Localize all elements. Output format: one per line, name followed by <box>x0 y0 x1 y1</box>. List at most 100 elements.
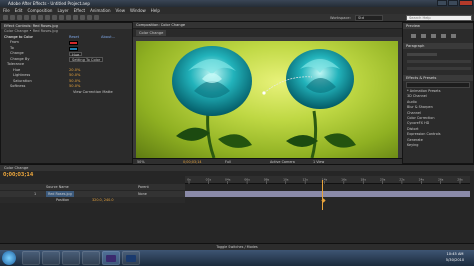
spacing-fields[interactable] <box>407 67 471 70</box>
play-icon[interactable] <box>431 34 436 38</box>
ruler-tick-label: 0s <box>187 178 191 182</box>
mask-tool-icon[interactable] <box>45 15 50 20</box>
from-label: From <box>10 40 19 44</box>
menu-edit[interactable]: Edit <box>15 7 23 14</box>
ruler-tick-label: 26s <box>438 178 444 182</box>
menu-help[interactable]: Help <box>151 7 160 14</box>
ruler-tick-label: 04s <box>225 178 231 182</box>
maximize-button[interactable] <box>448 0 458 6</box>
workspace-select[interactable]: Std <box>355 15 383 21</box>
change-dropdown[interactable]: Hue <box>69 51 83 56</box>
current-time-indicator[interactable] <box>321 180 323 210</box>
menu-window[interactable]: Window <box>130 7 146 14</box>
clock-date: 5/30/2010 <box>445 257 465 262</box>
first-frame-icon[interactable] <box>411 34 416 38</box>
chrome-icon[interactable] <box>82 251 100 265</box>
hue-label: Hue <box>13 67 21 72</box>
col-source-name[interactable]: Source Name <box>46 184 69 190</box>
menu-bar: File Edit Composition Layer Effect Anima… <box>0 7 474 14</box>
rotate-tool-icon[interactable] <box>24 15 29 20</box>
explorer-icon[interactable] <box>42 251 60 265</box>
ruler-tick-label: 20s <box>380 178 386 182</box>
ruler-tick-label: 16s <box>341 178 347 182</box>
softness-label: Softness <box>10 84 26 88</box>
next-frame-icon[interactable] <box>441 34 446 38</box>
fx-category[interactable]: Keying <box>403 143 473 148</box>
change-by-label: Change By <box>10 56 30 61</box>
eraser-tool-icon[interactable] <box>80 15 85 20</box>
to-label: To <box>10 45 14 50</box>
menu-layer[interactable]: Layer <box>57 7 68 14</box>
workspace-label: Workspace: <box>330 16 351 20</box>
ie-icon[interactable] <box>22 251 40 265</box>
property-row[interactable]: Position 320.0, 240.0 <box>0 197 185 203</box>
align-buttons[interactable] <box>407 53 437 56</box>
ruler-tick-label: 08s <box>264 178 270 182</box>
time-ruler[interactable]: 0s 02s 04s 06s 08s 10s 12s 14s 16s 18s 20s 22s 24s 26… <box>185 176 470 184</box>
property-value[interactable]: 320.0, 240.0 <box>92 197 114 203</box>
ruler-ticks: 0s 02s 04s 06s 08s 10s 12s 14s 16s 18s 20s 22s 24s 26… <box>187 178 463 184</box>
composition-tab[interactable]: Composition: Color Change <box>133 22 402 28</box>
zoom-tool-icon[interactable] <box>17 15 22 20</box>
close-button[interactable] <box>459 0 473 6</box>
view-correction-matte-checkbox[interactable]: View Correction Matte <box>73 90 113 94</box>
right-panels: Preview Paragraph Effects & Presets * An… <box>402 22 474 164</box>
effects-presets-tab[interactable]: Effects & Presets <box>403 75 473 81</box>
timeline-tab[interactable]: Color Change <box>4 165 28 171</box>
last-frame-icon[interactable] <box>451 34 456 38</box>
start-button[interactable] <box>2 251 16 265</box>
pen-tool-icon[interactable] <box>52 15 57 20</box>
timeline-header: Color Change <box>0 165 474 171</box>
ruler-tick-label: 18s <box>361 178 367 182</box>
roses-image <box>172 46 356 158</box>
camera-tool-icon[interactable] <box>31 15 36 20</box>
col-parent[interactable]: Parent <box>138 184 149 190</box>
text-tool-icon[interactable] <box>59 15 64 20</box>
property-track <box>185 197 470 203</box>
ruler-tick-label: 06s <box>244 178 250 182</box>
system-clock[interactable]: 10:45 AM 5/30/2010 <box>438 252 472 263</box>
property-name: Position <box>56 198 70 202</box>
ruler-tick-label: 10s <box>283 178 289 182</box>
menu-composition[interactable]: Composition <box>27 7 52 14</box>
after-effects-icon[interactable] <box>102 251 120 265</box>
toggle-switches-modes[interactable]: Toggle Switches / Modes <box>216 245 257 249</box>
from-color-swatch[interactable] <box>69 41 78 45</box>
window-controls <box>437 0 473 6</box>
softness-value[interactable]: 50.0% <box>69 84 80 90</box>
menu-effect[interactable]: Effect <box>74 7 86 14</box>
timeline-timecode[interactable]: 0;00;03;14 <box>3 172 33 178</box>
prev-frame-icon[interactable] <box>421 34 426 38</box>
ruler-tick-label: 24s <box>419 178 425 182</box>
brush-tool-icon[interactable] <box>66 15 71 20</box>
menu-animation[interactable]: Animation <box>90 7 110 14</box>
media-player-icon[interactable] <box>62 251 80 265</box>
ruler-tick-label: 22s <box>399 178 405 182</box>
saturation-label: Saturation <box>13 78 32 83</box>
indent-fields[interactable] <box>407 60 471 63</box>
change-label: Change <box>10 51 24 55</box>
minimize-button[interactable] <box>437 0 447 6</box>
menu-view[interactable]: View <box>116 7 126 14</box>
selection-tool-icon[interactable] <box>3 15 8 20</box>
pan-behind-tool-icon[interactable] <box>38 15 43 20</box>
search-help-input[interactable]: Search Help <box>406 15 472 21</box>
composition-canvas[interactable] <box>136 41 398 158</box>
layer-columns-header: Source Name Parent <box>0 184 185 190</box>
effect-name[interactable]: Change to Color <box>4 35 33 39</box>
timeline-footer: Toggle Switches / Modes <box>0 243 474 250</box>
tools-bar <box>0 14 474 22</box>
window-title: Adobe After Effects - Untitled Project.a… <box>0 0 474 7</box>
roto-brush-tool-icon[interactable] <box>87 15 92 20</box>
clone-tool-icon[interactable] <box>73 15 78 20</box>
puppet-tool-icon[interactable] <box>94 15 99 20</box>
comp-subtab[interactable]: Color Change <box>136 30 167 36</box>
to-color-swatch[interactable] <box>69 46 78 51</box>
effects-search-input[interactable] <box>406 82 470 88</box>
tolerance-label[interactable]: Tolerance <box>7 62 24 66</box>
hand-tool-icon[interactable] <box>10 15 15 20</box>
menu-file[interactable]: File <box>3 7 10 14</box>
ruler-tick-label: 12s <box>302 178 308 182</box>
photoshop-icon[interactable] <box>122 251 140 265</box>
change-by-dropdown[interactable]: Setting To Color <box>69 57 104 62</box>
